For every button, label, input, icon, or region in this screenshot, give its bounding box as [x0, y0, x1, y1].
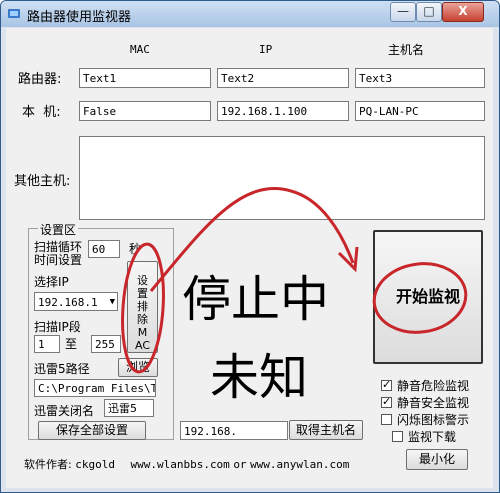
- or-text: or: [233, 458, 247, 471]
- scan-cycle-label-2: 时间设置: [34, 253, 83, 267]
- other-hosts-list[interactable]: [79, 136, 485, 220]
- local-hostname-field[interactable]: PQ-LAN-PC: [355, 101, 485, 121]
- other-hosts-label: 其他主机:: [14, 174, 71, 189]
- author-label: 软件作者:: [24, 458, 72, 471]
- router-mac-field[interactable]: Text1: [79, 68, 211, 88]
- router-ip-field[interactable]: Text2: [217, 68, 349, 88]
- checkbox-mute-danger[interactable]: [381, 378, 392, 391]
- app-window: 路由器使用监视器 — □ X MAC IP 主机名 路由器: Text1 Tex…: [0, 0, 500, 493]
- option-monitor-download-label: 监视下载: [408, 430, 457, 444]
- range-end-input[interactable]: 255: [91, 335, 121, 353]
- settings-legend: 设置区: [38, 221, 79, 238]
- local-label: 本 机:: [22, 105, 61, 120]
- checkbox-mute-safe[interactable]: [381, 395, 392, 408]
- option-mute-safe[interactable]: 静音安全监视: [381, 394, 469, 411]
- option-mute-danger-label: 静音危险监视: [397, 379, 470, 393]
- option-flash-icon[interactable]: 闪烁图标警示: [381, 411, 469, 428]
- router-label: 路由器:: [18, 72, 62, 87]
- xunlei-close-label: 迅雷关闭名: [34, 404, 95, 418]
- chevron-down-icon[interactable]: ▼: [110, 293, 115, 310]
- maximize-window-button[interactable]: □: [416, 2, 442, 22]
- range-to-label: 至: [65, 337, 78, 351]
- start-monitor-button[interactable]: 开始监视: [373, 230, 483, 364]
- set-exclude-mac-button[interactable]: 设置排除MAC: [127, 261, 158, 353]
- minimize-window-button[interactable]: —: [390, 2, 416, 22]
- save-all-settings-button[interactable]: 保存全部设置: [38, 421, 146, 440]
- status-text: 停止中: [182, 271, 330, 328]
- title-bar[interactable]: 路由器使用监视器 — □ X: [1, 1, 499, 27]
- xunlei-path-label: 迅雷5路径: [34, 362, 90, 376]
- scan-cycle-input[interactable]: 60: [88, 240, 120, 258]
- header-ip: IP: [259, 43, 273, 56]
- xunlei-path-input[interactable]: C:\Program Files\T: [34, 379, 156, 397]
- header-mac: MAC: [130, 43, 150, 56]
- close-window-button[interactable]: X: [442, 2, 484, 22]
- footer: 软件作者: ckgold www.wlanbbs.com or www.anyw…: [24, 456, 349, 472]
- window-title: 路由器使用监视器: [27, 10, 132, 25]
- checkbox-flash-icon[interactable]: [381, 414, 392, 425]
- client-area: MAC IP 主机名 路由器: Text1 Text2 Text3 本 机: F…: [6, 28, 493, 488]
- select-ip-label: 选择IP: [34, 275, 69, 289]
- app-icon: [8, 9, 20, 18]
- select-ip-dropdown[interactable]: 192.168.1 ▼: [34, 292, 118, 311]
- ip-display-field[interactable]: 192.168.: [180, 421, 288, 440]
- website-link-2[interactable]: www.anywlan.com: [250, 458, 349, 471]
- option-mute-safe-label: 静音安全监视: [397, 396, 470, 410]
- xunlei-close-input[interactable]: 迅雷5: [104, 399, 154, 417]
- range-start-input[interactable]: 1: [34, 335, 60, 353]
- option-flash-icon-label: 闪烁图标警示: [397, 413, 470, 427]
- option-mute-danger[interactable]: 静音危险监视: [381, 377, 469, 394]
- browse-button[interactable]: 浏览: [118, 358, 158, 377]
- header-hostname: 主机名: [388, 43, 425, 57]
- get-hostname-button[interactable]: 取得主机名: [289, 420, 363, 440]
- author-name: ckgold: [75, 458, 115, 471]
- scan-cycle-unit: 秒: [129, 242, 142, 256]
- select-ip-value: 192.168.1: [38, 296, 98, 309]
- scan-range-label: 扫描IP段: [34, 320, 81, 334]
- local-mac-field[interactable]: False: [79, 101, 211, 121]
- result-text: 未知: [210, 349, 309, 406]
- router-hostname-field[interactable]: Text3: [355, 68, 485, 88]
- local-ip-field[interactable]: 192.168.1.100: [217, 101, 349, 121]
- checkbox-monitor-download[interactable]: [392, 431, 403, 442]
- website-link-1[interactable]: www.wlanbbs.com: [130, 458, 229, 471]
- option-monitor-download[interactable]: 监视下载: [392, 428, 456, 445]
- minimize-button[interactable]: 最小化: [406, 449, 468, 470]
